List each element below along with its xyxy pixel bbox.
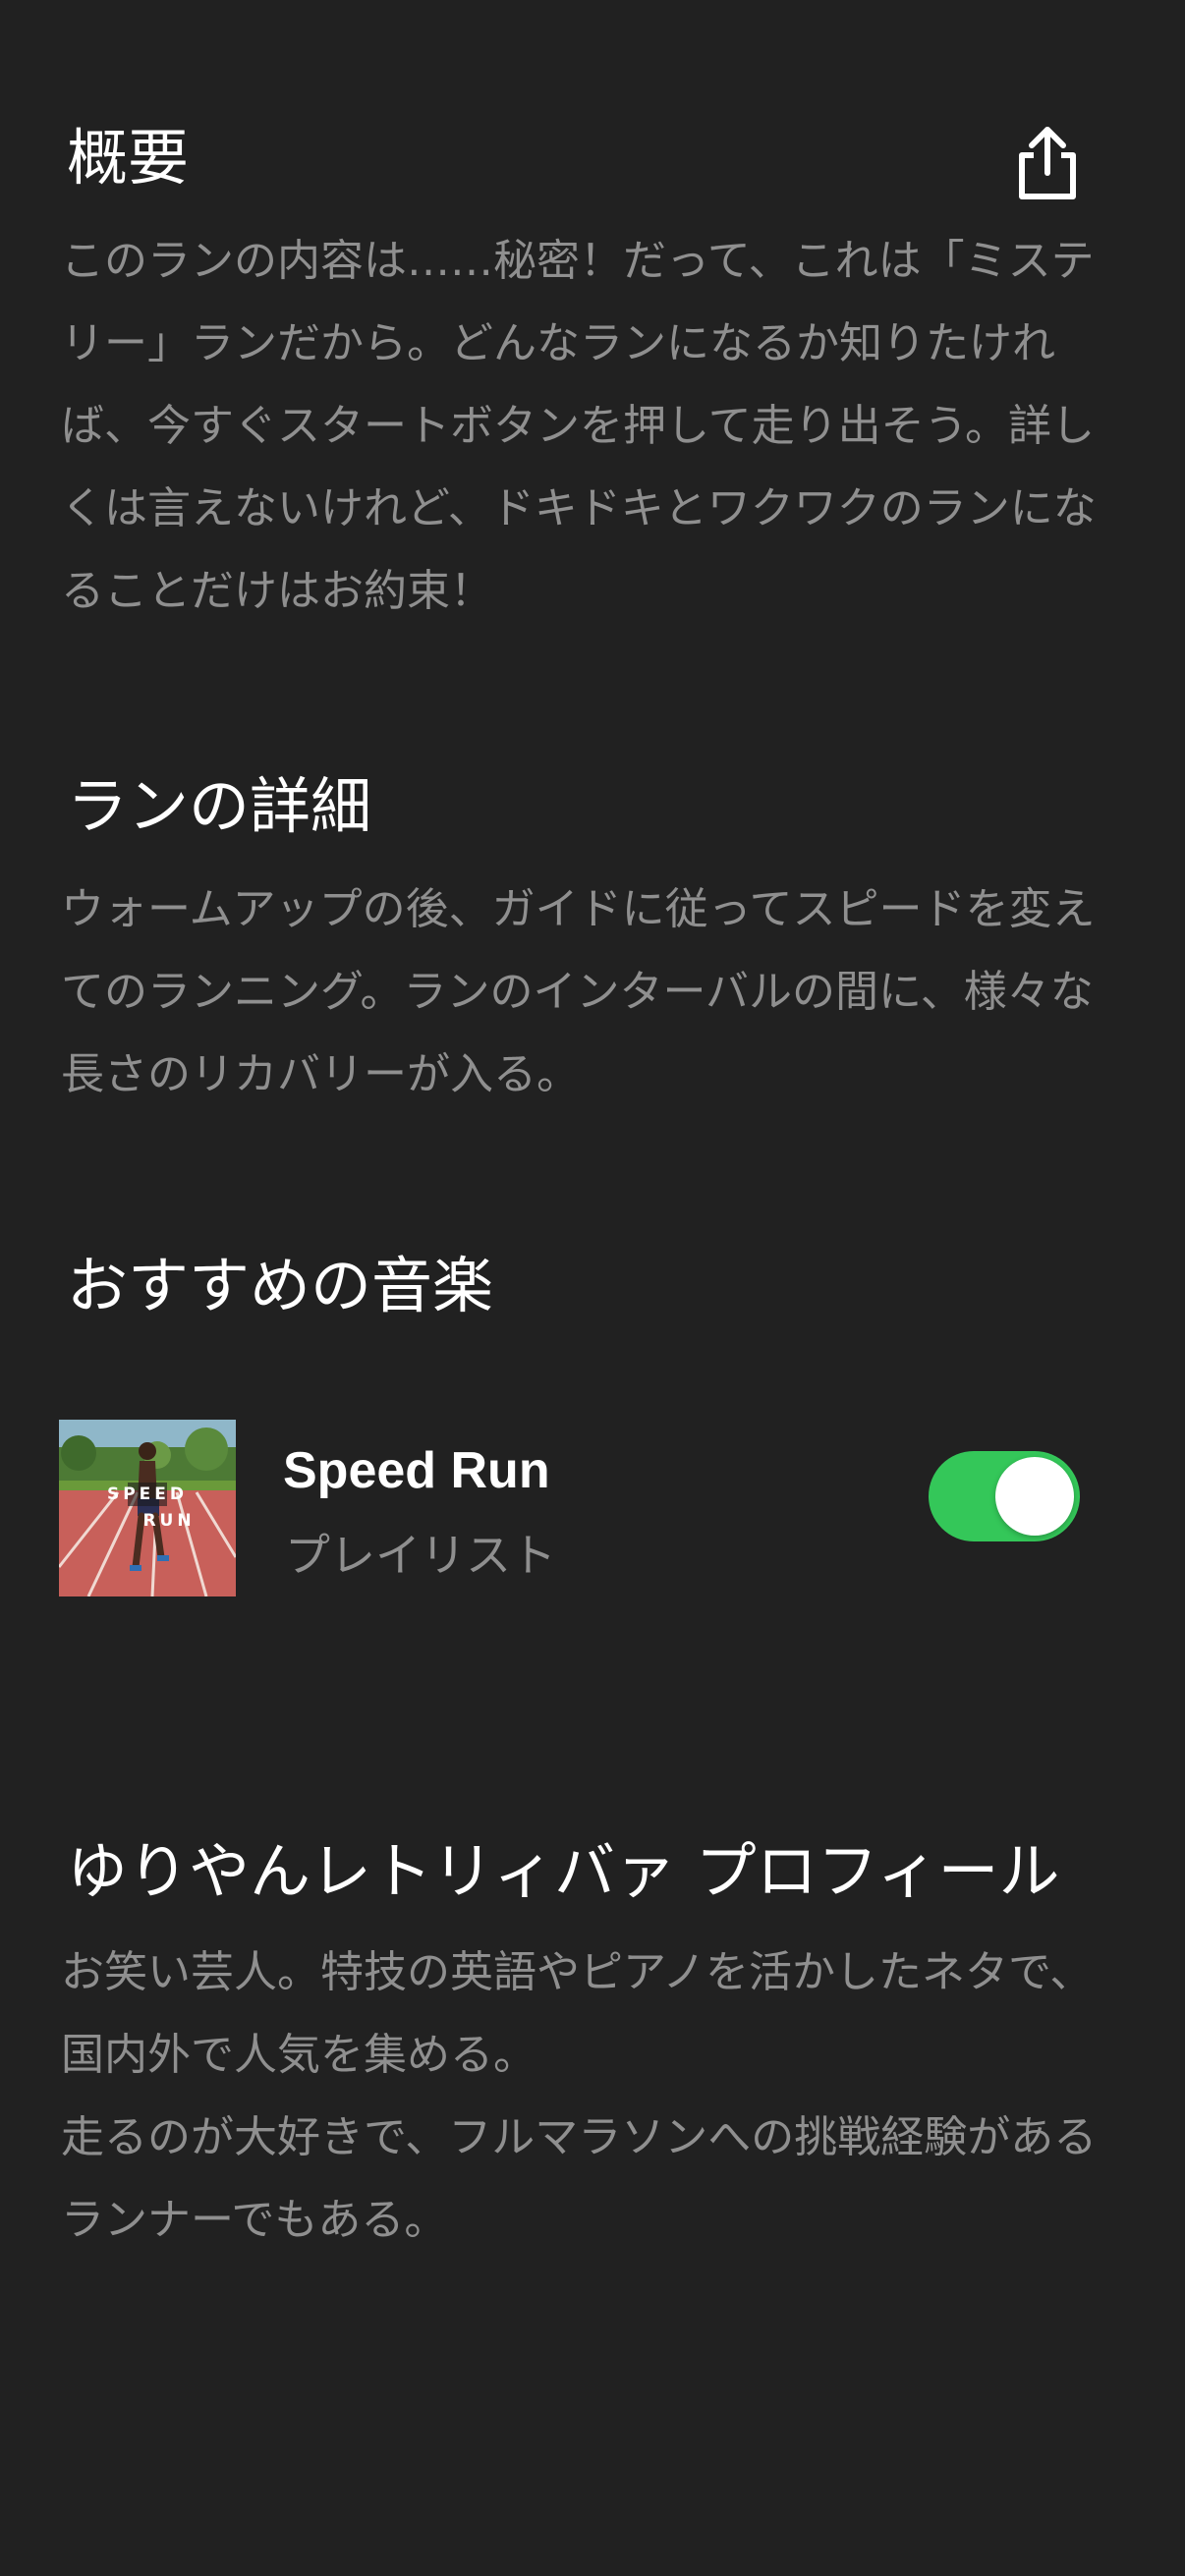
profile-description: お笑い芸人。特技の英語やピアノを活かしたネタで、国内外で人気を集める。 走るのが…	[61, 1947, 1098, 2245]
playlist-row[interactable]: SPEED RUN Speed Run プレイリスト	[59, 1420, 1087, 1596]
profile-title: ゆりやんレトリィバァ プロフィール	[67, 1835, 1060, 1907]
playlist-name: Speed Run	[283, 1442, 550, 1499]
run-details-description: ウォームアップの後、ガイドに従ってスピードを変えてのランニング。ランのインターバ…	[61, 884, 1096, 1099]
recommended-music-title: おすすめの音楽	[67, 1250, 494, 1321]
overview-description: このランの内容は……秘密！だって、これは「ミステリー」ランだから。どんなランにな…	[61, 236, 1097, 616]
toggle-knob	[995, 1457, 1074, 1536]
share-icon[interactable]	[1014, 126, 1081, 202]
playlist-type-label: プレイリスト	[285, 1529, 556, 1582]
playlist-cover-text-line2: RUN	[142, 1511, 195, 1531]
playlist-toggle[interactable]	[929, 1451, 1080, 1541]
overview-title: 概要	[67, 122, 190, 194]
run-details-title: ランの詳細	[67, 770, 372, 842]
playlist-cover-text-line1: SPEED	[107, 1484, 188, 1504]
playlist-cover-image: SPEED RUN	[59, 1420, 236, 1596]
